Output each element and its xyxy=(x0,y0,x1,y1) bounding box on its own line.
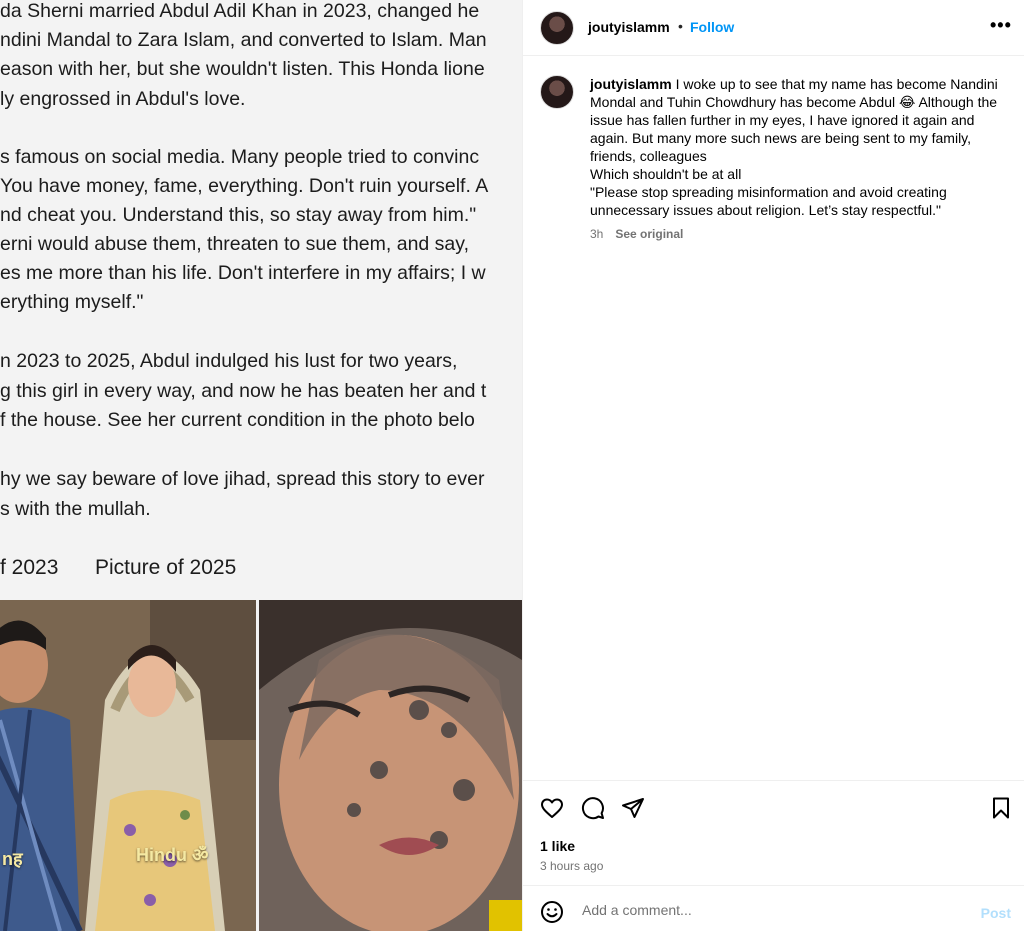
follow-button[interactable]: Follow xyxy=(690,19,734,35)
comment-input[interactable] xyxy=(580,896,954,924)
media-text-line: s famous on social media. Many people tr… xyxy=(0,146,480,168)
media-text-line: erni would abuse them, threaten to sue t… xyxy=(0,233,469,255)
media-text-line: s with the mullah. xyxy=(0,498,151,520)
media-text-line: hy we say beware of love jihad, spread t… xyxy=(0,468,485,490)
share-icon[interactable] xyxy=(621,796,645,825)
caption-username[interactable]: joutyislamm xyxy=(590,76,672,92)
post-comment-button[interactable]: Post xyxy=(981,905,1011,921)
caption-2023: f 2023 xyxy=(0,556,59,579)
avatar[interactable] xyxy=(540,11,574,45)
media-text-line: erything myself." xyxy=(0,291,144,313)
comment-icon[interactable] xyxy=(581,796,605,825)
screenshot-text-image: da Sherni married Abdul Adil Khan in 202… xyxy=(0,0,522,600)
heart-icon[interactable] xyxy=(540,796,564,825)
media-text-line: n 2023 to 2025, Abdul indulged his lust … xyxy=(0,350,458,372)
media-text-line: eason with her, but she wouldn't listen.… xyxy=(0,58,485,80)
post-header: joutyislamm • Follow ••• xyxy=(523,0,1024,56)
caption-2025: Picture of 2025 xyxy=(95,556,237,579)
photo-captions: f 2023 Picture of 2025 xyxy=(0,553,522,589)
media-text-line: es me more than his life. Don't interfer… xyxy=(0,262,486,284)
separator-dot: • xyxy=(678,18,683,34)
post-details-panel: joutyislamm • Follow ••• joutyislamm I w… xyxy=(522,0,1024,931)
post-caption: joutyislamm I woke up to see that my nam… xyxy=(590,75,1010,219)
media-text-line: nd cheat you. Understand this, so stay a… xyxy=(0,204,477,226)
post-actions: 1 like 3 hours ago xyxy=(523,780,1024,885)
media-text-line: ndini Mandal to Zara Islam, and converte… xyxy=(0,29,487,51)
see-original-button[interactable]: See original xyxy=(615,227,683,241)
media-text-line: f the house. See her current condition i… xyxy=(0,409,475,431)
likes-count[interactable]: 1 like xyxy=(540,838,575,854)
caption-meta: 3h See original xyxy=(590,227,683,241)
religion-tag-hindu: Hindu ॐ xyxy=(136,845,209,865)
more-options-icon[interactable]: ••• xyxy=(990,15,1012,36)
caption-text: I woke up to see that my name has become… xyxy=(590,76,998,218)
media-text-line: g this girl in every way, and now he has… xyxy=(0,380,487,402)
header-username[interactable]: joutyislamm xyxy=(588,19,670,35)
post-media: da Sherni married Abdul Adil Khan in 202… xyxy=(0,0,522,931)
add-comment-bar: Post xyxy=(523,885,1024,932)
face-photo-illustration xyxy=(259,600,522,931)
caption-avatar[interactable] xyxy=(540,75,574,109)
media-text-line: You have money, fame, everything. Don't … xyxy=(0,175,489,197)
post-timestamp[interactable]: 3 hours ago xyxy=(540,859,603,873)
bookmark-icon[interactable] xyxy=(989,796,1013,825)
religion-tag-left: nह xyxy=(2,849,23,869)
photo-2023: nह Hindu ॐ xyxy=(0,600,256,931)
emoji-icon[interactable] xyxy=(540,900,564,929)
media-text-line: ly engrossed in Abdul's love. xyxy=(0,88,246,110)
couple-photo-illustration xyxy=(0,600,256,931)
media-text-line: da Sherni married Abdul Adil Khan in 202… xyxy=(0,0,480,22)
photo-2025 xyxy=(259,600,522,931)
caption-age: 3h xyxy=(590,227,604,241)
